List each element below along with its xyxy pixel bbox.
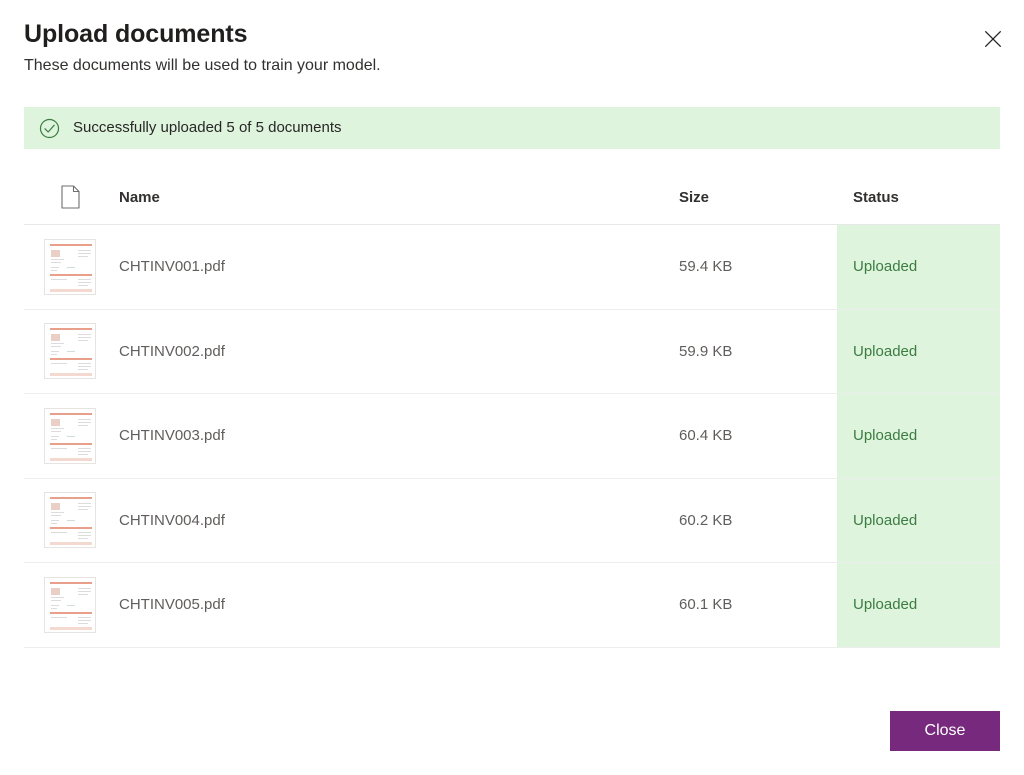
thumbnail-cell (24, 239, 116, 295)
thumbnail-cell (24, 323, 116, 379)
close-button[interactable]: Close (890, 711, 1000, 751)
page-title: Upload documents (24, 18, 1000, 50)
file-status-cell: Uploaded (837, 394, 1000, 478)
table-body: CHTINV001.pdf 59.4 KB Uploaded (24, 225, 1000, 648)
dialog-footer: Close (24, 711, 1000, 751)
column-header-status[interactable]: Status (837, 170, 1000, 224)
uploaded-documents-table: Name Size Status (24, 170, 1000, 648)
file-status-cell: Uploaded (837, 310, 1000, 394)
file-type-icon (24, 185, 116, 209)
file-name: CHTINV002.pdf (116, 343, 679, 360)
table-row[interactable]: CHTINV003.pdf 60.4 KB Uploaded (24, 394, 1000, 479)
pdf-invoice-thumbnail (44, 492, 96, 548)
file-name: CHTINV003.pdf (116, 427, 679, 444)
pdf-invoice-thumbnail (44, 577, 96, 633)
column-header-size[interactable]: Size (679, 189, 837, 206)
file-status-cell: Uploaded (837, 479, 1000, 563)
file-size: 60.4 KB (679, 427, 837, 444)
table-header-row: Name Size Status (24, 170, 1000, 225)
table-row[interactable]: CHTINV002.pdf 59.9 KB Uploaded (24, 310, 1000, 395)
file-size: 59.9 KB (679, 343, 837, 360)
status-badge: Uploaded (853, 512, 917, 529)
table-row[interactable]: CHTINV005.pdf 60.1 KB Uploaded (24, 563, 1000, 648)
status-badge: Uploaded (853, 258, 917, 275)
table-row[interactable]: CHTINV001.pdf 59.4 KB Uploaded (24, 225, 1000, 310)
pdf-invoice-thumbnail (44, 408, 96, 464)
upload-documents-dialog: Upload documents These documents will be… (0, 0, 1024, 775)
thumbnail-cell (24, 577, 116, 633)
thumbnail-cell (24, 408, 116, 464)
status-banner-text: Successfully uploaded 5 of 5 documents (73, 118, 342, 138)
column-header-name[interactable]: Name (116, 189, 679, 206)
dialog-header: Upload documents These documents will be… (24, 18, 1000, 77)
dialog-subtitle: These documents will be used to train yo… (24, 55, 1000, 77)
success-check-circle-icon (38, 117, 60, 139)
status-banner: Successfully uploaded 5 of 5 documents (24, 107, 1000, 149)
table-row[interactable]: CHTINV004.pdf 60.2 KB Uploaded (24, 479, 1000, 564)
file-size: 60.1 KB (679, 596, 837, 613)
pdf-invoice-thumbnail (44, 323, 96, 379)
pdf-invoice-thumbnail (44, 239, 96, 295)
file-name: CHTINV001.pdf (116, 258, 679, 275)
status-badge: Uploaded (853, 343, 917, 360)
file-name: CHTINV005.pdf (116, 596, 679, 613)
thumbnail-cell (24, 492, 116, 548)
file-status-cell: Uploaded (837, 563, 1000, 647)
status-badge: Uploaded (853, 427, 917, 444)
file-status-cell: Uploaded (837, 225, 1000, 309)
close-icon[interactable] (976, 22, 1010, 56)
status-badge: Uploaded (853, 596, 917, 613)
file-name: CHTINV004.pdf (116, 512, 679, 529)
file-size: 59.4 KB (679, 258, 837, 275)
file-size: 60.2 KB (679, 512, 837, 529)
